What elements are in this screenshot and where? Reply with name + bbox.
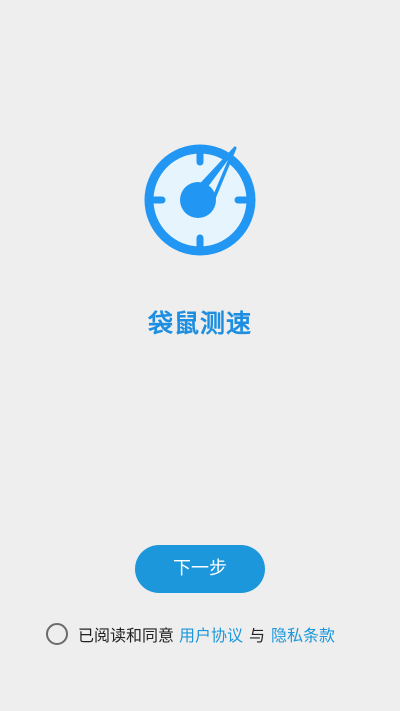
agreement-checkbox[interactable] [46,623,68,645]
next-button[interactable]: 下一步 [135,545,265,593]
agreement-connector-text: 与 [249,626,266,645]
agreement-prefix-text: 已阅读和同意 [78,626,175,645]
app-title: 袋鼠测速 [147,309,252,338]
user-agreement-link[interactable]: 用户协议 [179,622,243,646]
speedometer-icon [144,144,256,256]
agreement-row: 已阅读和同意 用户协议 与 隐私条款 [46,620,335,648]
privacy-policy-link[interactable]: 隐私条款 [271,622,335,646]
